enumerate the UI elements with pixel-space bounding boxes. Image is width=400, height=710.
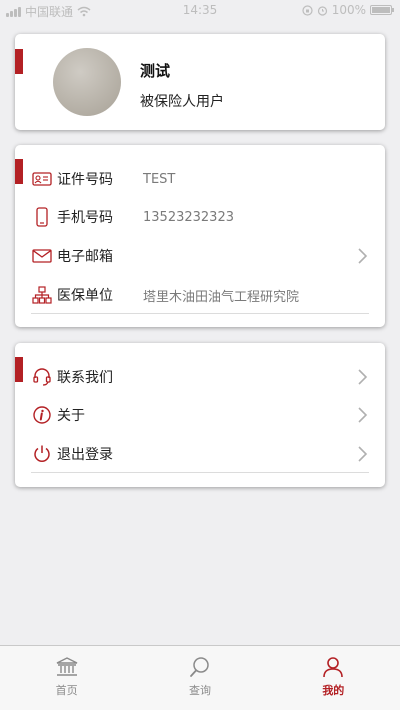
profile-card[interactable]: 测试 被保险人用户 (15, 34, 385, 130)
chevron-right-icon (358, 248, 368, 264)
headset-icon (31, 366, 53, 388)
info-label: 医保单位 (57, 288, 113, 304)
card-accent-bar (15, 49, 23, 74)
tab-home[interactable]: 首页 (0, 646, 133, 710)
chevron-right-icon (358, 369, 368, 385)
menu-item-contact-us[interactable]: 联系我们 (31, 358, 369, 396)
bottom-tab-bar: 首页 查询 我的 (0, 645, 400, 710)
user-icon (321, 655, 345, 679)
card-accent-bar (15, 159, 23, 184)
menu-item-label: 关于 (57, 408, 85, 424)
search-icon (188, 655, 212, 679)
info-value: TEST (143, 171, 176, 187)
info-value: 13523232323 (143, 209, 234, 225)
phone-icon (31, 206, 53, 228)
divider (31, 472, 369, 473)
menu-item-label: 联系我们 (57, 370, 113, 386)
tab-mine[interactable]: 我的 (267, 646, 400, 710)
chevron-right-icon (358, 446, 368, 462)
divider (31, 313, 369, 314)
power-icon (31, 443, 53, 465)
menu-item-label: 退出登录 (57, 447, 113, 463)
user-info-card: 证件号码 TEST 手机号码 13523232323 电子邮箱 医保单位 塔里木… (15, 145, 385, 327)
info-row-id-number: 证件号码 TEST (31, 160, 369, 198)
tab-search[interactable]: 查询 (133, 646, 266, 710)
id-card-icon (31, 168, 53, 190)
tab-label: 查询 (188, 684, 211, 697)
tab-label: 首页 (55, 684, 78, 697)
tab-label: 我的 (322, 684, 345, 697)
menu-card: 联系我们 关于 退出登录 (15, 343, 385, 487)
orientation-lock-icon (302, 4, 313, 16)
profile-name: 测试 (140, 62, 171, 80)
card-accent-bar (15, 357, 23, 382)
info-value: 塔里木油田油气工程研究院 (143, 289, 300, 305)
info-row-phone: 手机号码 13523232323 (31, 198, 369, 236)
mail-icon (31, 245, 53, 267)
avatar[interactable] (53, 48, 121, 116)
status-right: 100% (302, 3, 394, 17)
info-label: 证件号码 (57, 172, 113, 188)
status-bar: 中国联通 14:35 100% (0, 0, 400, 20)
menu-item-logout[interactable]: 退出登录 (31, 435, 369, 473)
battery-label: 100% (331, 3, 366, 17)
org-chart-icon (31, 284, 53, 306)
info-row-email[interactable]: 电子邮箱 (31, 237, 369, 275)
battery-icon (370, 5, 394, 15)
info-label: 电子邮箱 (57, 249, 113, 265)
alarm-icon (317, 5, 327, 16)
info-icon (31, 404, 53, 426)
bank-icon (55, 655, 79, 679)
menu-item-about[interactable]: 关于 (31, 396, 369, 434)
info-label: 手机号码 (57, 210, 113, 226)
chevron-right-icon (358, 407, 368, 423)
info-row-insurance-unit: 医保单位 塔里木油田油气工程研究院 (31, 276, 369, 314)
profile-role: 被保险人用户 (140, 94, 224, 110)
